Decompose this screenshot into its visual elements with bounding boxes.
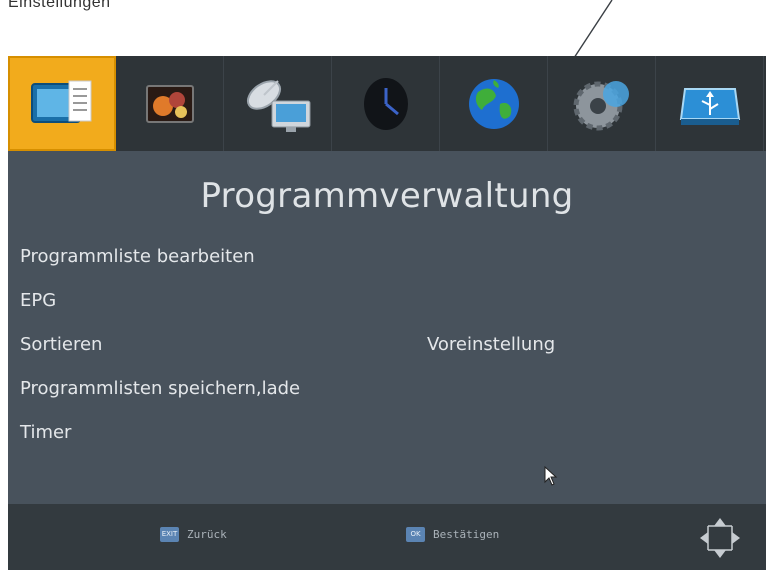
tv-menu-screen: Programmverwaltung Programmliste bearbei… [8, 56, 766, 570]
page-title: Programmverwaltung [200, 176, 574, 216]
clock-icon [363, 77, 408, 130]
tv-list-icon [31, 80, 92, 123]
mouse-pointer-icon [544, 466, 558, 486]
tab-installation[interactable] [224, 56, 332, 151]
category-tab-bar [8, 56, 766, 151]
annotation-text: Einstellungen [8, 0, 111, 11]
menu-item-timer[interactable]: Timer [20, 415, 760, 459]
footer-hint-bar: EXIT Zurück OK Bestätigen [8, 504, 766, 570]
photo-icon [145, 84, 194, 123]
tab-sprache[interactable] [440, 56, 548, 151]
ok-key-icon: OK [406, 527, 425, 542]
exit-key-icon: EXIT [160, 527, 179, 542]
back-hint-label: Zurück [187, 528, 227, 541]
menu-item-programmliste-bearbeiten[interactable]: Programmliste bearbeiten [20, 239, 760, 283]
tab-usb[interactable] [656, 56, 764, 151]
menu-item-value: Voreinstellung [427, 334, 556, 355]
usb-icon [679, 87, 740, 125]
menu-item-label: Programmliste bearbeiten [20, 246, 255, 267]
satellite-dish-icon [246, 79, 310, 132]
menu-item-label: Timer [20, 422, 72, 443]
tab-bild[interactable] [116, 56, 224, 151]
menu-item-programmlisten-speichern[interactable]: Programmlisten speichern,lade [20, 371, 760, 415]
back-hint[interactable]: EXIT Zurück [160, 527, 227, 542]
menu-item-epg[interactable]: EPG [20, 283, 760, 327]
globe-icon [468, 78, 519, 129]
settings-menu: Programmliste bearbeiten EPG Sortieren V… [20, 239, 760, 459]
tab-system[interactable] [548, 56, 656, 151]
menu-item-label: Sortieren [20, 334, 103, 355]
menu-item-label: Programmlisten speichern,lade [20, 378, 301, 399]
gear-icon [573, 80, 629, 130]
menu-item-label: EPG [20, 290, 57, 311]
navigation-arrows-icon [700, 518, 740, 558]
tab-programmverwaltung[interactable] [8, 56, 116, 151]
menu-item-sortieren[interactable]: Sortieren Voreinstellung [20, 327, 760, 371]
confirm-hint-label: Bestätigen [433, 528, 500, 541]
confirm-hint[interactable]: OK Bestätigen [406, 527, 499, 542]
tab-zeit[interactable] [332, 56, 440, 151]
